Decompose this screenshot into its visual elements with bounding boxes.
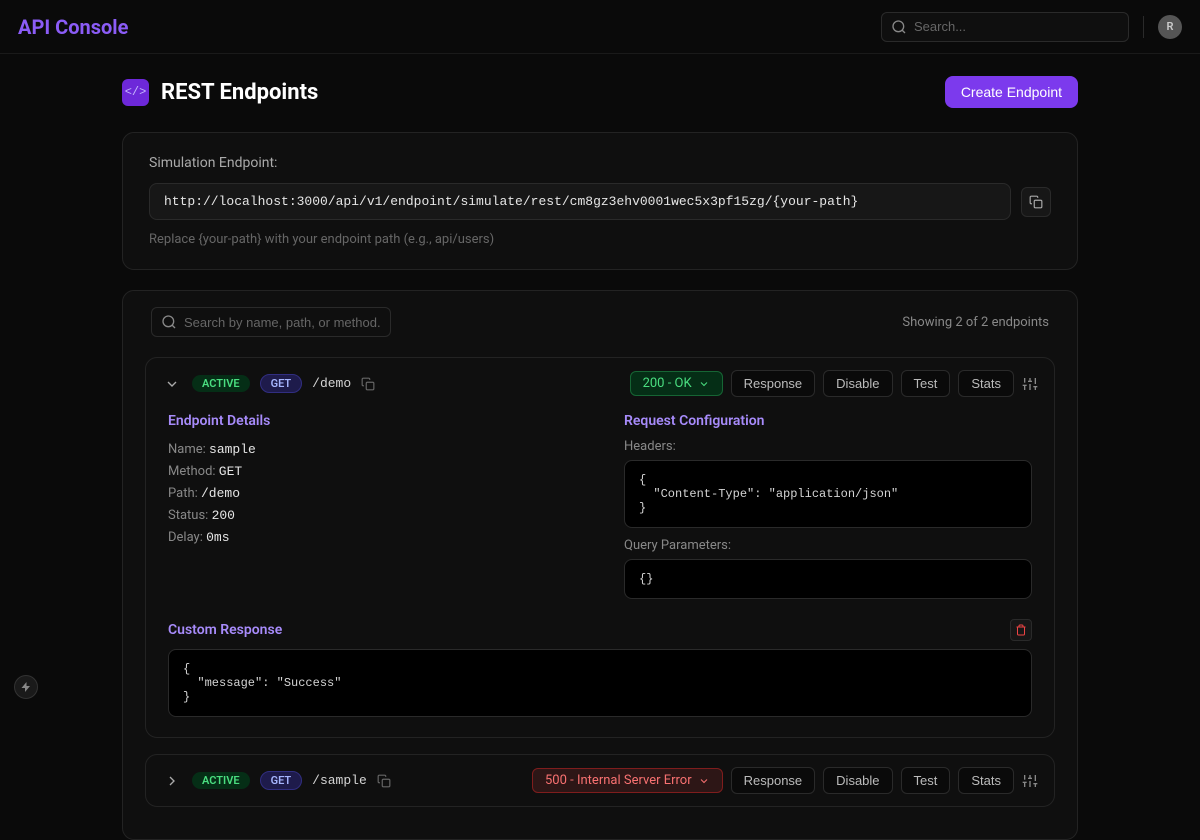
detail-status-label: Status: (168, 508, 208, 523)
endpoint-row: ACTIVE GET /demo 200 - OK (145, 357, 1055, 738)
status-code-label: 500 - Internal Server Error (545, 773, 692, 788)
copy-path-button[interactable] (361, 377, 375, 391)
method-badge: GET (260, 771, 303, 790)
search-icon (161, 314, 177, 330)
chevron-right-icon (164, 773, 180, 789)
headers-label: Headers: (624, 439, 1032, 454)
response-button[interactable]: Response (731, 370, 816, 397)
page-title: REST Endpoints (161, 80, 318, 105)
detail-status-value: 200 (212, 508, 235, 523)
copy-url-button[interactable] (1021, 187, 1051, 217)
query-label: Query Parameters: (624, 538, 1032, 553)
detail-name-value: sample (209, 442, 256, 457)
settings-icon[interactable] (1022, 376, 1038, 392)
trash-icon (1015, 624, 1027, 636)
status-code-select[interactable]: 200 - OK (630, 371, 723, 396)
query-content: {} (624, 559, 1032, 599)
chevron-down-icon (698, 775, 710, 787)
disable-button[interactable]: Disable (823, 370, 892, 397)
headers-content: { "Content-Type": "application/json" } (624, 460, 1032, 528)
custom-response-title: Custom Response (168, 622, 282, 638)
chevron-down-icon (698, 378, 710, 390)
status-code-label: 200 - OK (643, 376, 692, 391)
endpoint-search-input[interactable] (151, 307, 391, 337)
create-endpoint-button[interactable]: Create Endpoint (945, 76, 1078, 108)
copy-path-button[interactable] (377, 774, 391, 788)
detail-method-value: GET (219, 464, 242, 479)
search-icon (891, 19, 907, 35)
simulation-card: Simulation Endpoint: http://localhost:30… (122, 132, 1078, 270)
stats-button[interactable]: Stats (958, 767, 1014, 794)
delete-response-button[interactable] (1010, 619, 1032, 641)
expand-toggle[interactable] (162, 771, 182, 791)
bolt-badge[interactable] (14, 675, 38, 699)
detail-delay-label: Delay: (168, 530, 203, 545)
app-brand[interactable]: API Console (18, 15, 128, 39)
detail-name-label: Name: (168, 442, 206, 457)
endpoint-count: Showing 2 of 2 endpoints (902, 315, 1049, 330)
expand-toggle[interactable] (162, 374, 182, 394)
detail-path-label: Path: (168, 486, 198, 501)
global-search-input[interactable] (881, 12, 1129, 42)
global-search-wrapper (881, 12, 1129, 42)
status-badge: ACTIVE (192, 375, 250, 392)
custom-response-content: { "message": "Success" } (168, 649, 1032, 717)
user-avatar[interactable]: R (1158, 15, 1182, 39)
disable-button[interactable]: Disable (823, 767, 892, 794)
status-code-select[interactable]: 500 - Internal Server Error (532, 768, 723, 793)
endpoint-row: ACTIVE GET /sample 500 - Internal Server… (145, 754, 1055, 807)
simulation-url-input[interactable]: http://localhost:3000/api/v1/endpoint/si… (149, 183, 1011, 220)
stats-button[interactable]: Stats (958, 370, 1014, 397)
copy-icon (1029, 195, 1043, 209)
detail-path-value: /demo (201, 486, 240, 501)
endpoints-list-card: Showing 2 of 2 endpoints ACTIVE GET /dem… (122, 290, 1078, 840)
details-title: Endpoint Details (168, 413, 576, 429)
detail-delay-value: 0ms (206, 530, 229, 545)
endpoint-search-wrapper (151, 307, 391, 337)
simulation-hint: Replace {your-path} with your endpoint p… (149, 232, 1051, 247)
endpoint-path: /demo (312, 376, 351, 391)
method-badge: GET (260, 374, 303, 393)
header-divider (1143, 16, 1144, 38)
page-icon: </> (122, 79, 149, 106)
test-button[interactable]: Test (901, 370, 951, 397)
request-config-title: Request Configuration (624, 413, 1032, 429)
detail-method-label: Method: (168, 464, 216, 479)
endpoint-path: /sample (312, 773, 367, 788)
status-badge: ACTIVE (192, 772, 250, 789)
simulation-label: Simulation Endpoint: (149, 155, 1051, 171)
test-button[interactable]: Test (901, 767, 951, 794)
settings-icon[interactable] (1022, 773, 1038, 789)
bolt-icon (20, 681, 32, 693)
chevron-down-icon (164, 376, 180, 392)
response-button[interactable]: Response (731, 767, 816, 794)
